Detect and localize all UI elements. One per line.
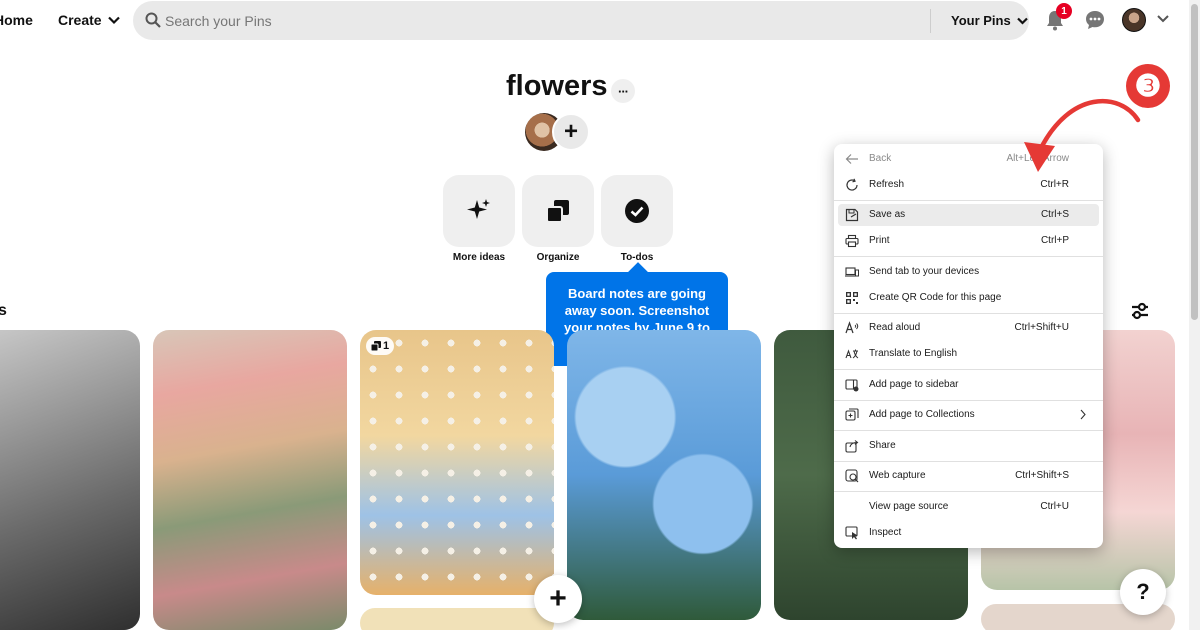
chevron-down-icon	[1016, 17, 1028, 25]
menu-item-shortcut: Ctrl+U	[1040, 501, 1069, 512]
menu-item-label: Add page to sidebar	[869, 379, 959, 390]
qr-code-icon	[846, 292, 858, 304]
your-pins-label: Your Pins	[951, 13, 1011, 28]
menu-separator	[834, 491, 1103, 492]
back-arrow-icon	[845, 154, 858, 164]
menu-separator	[834, 400, 1103, 401]
menu-item-label: Share	[869, 440, 896, 451]
your-pins-filter[interactable]: Your Pins	[951, 13, 1028, 28]
inspect-icon	[845, 526, 858, 540]
add-collaborator-button[interactable]: +	[552, 113, 590, 151]
print-icon	[845, 234, 859, 248]
step-number-badge: ❸	[1126, 64, 1170, 108]
notification-badge: 1	[1056, 3, 1072, 19]
menu-item-label: View page source	[869, 501, 949, 512]
account-chevron-down-icon[interactable]	[1157, 14, 1169, 24]
menu-separator	[834, 256, 1103, 257]
multi-image-badge: 1	[366, 337, 394, 355]
annotation-arrow	[1024, 99, 1141, 172]
menu-item-label: Web capture	[869, 470, 926, 481]
menu-item-print[interactable]: Print Ctrl+P	[838, 230, 1099, 252]
pin-image[interactable]	[360, 330, 554, 595]
messages-icon[interactable]	[1084, 9, 1106, 31]
search-bar[interactable]: Your Pins	[133, 1, 1029, 40]
more-ideas-label: More ideas	[452, 252, 506, 263]
menu-item-label: Back	[869, 153, 892, 164]
read-aloud-icon	[845, 321, 859, 334]
search-divider	[930, 9, 931, 33]
menu-separator	[834, 200, 1103, 201]
web-capture-icon	[845, 469, 859, 483]
menu-separator	[834, 461, 1103, 462]
translate-icon	[845, 349, 859, 359]
create-pin-button[interactable]: +	[534, 575, 582, 623]
profile-avatar[interactable]	[1122, 8, 1146, 32]
menu-item-add-to-sidebar[interactable]: Add page to sidebar	[838, 374, 1099, 396]
menu-separator	[834, 430, 1103, 431]
devices-icon	[845, 267, 859, 277]
search-input[interactable]	[165, 1, 905, 40]
organize-label: Organize	[536, 252, 580, 263]
top-nav-bar: Home Create Your Pins 1	[0, 0, 1190, 42]
refresh-icon	[846, 178, 858, 191]
pin-image[interactable]	[153, 330, 347, 630]
chevron-down-icon	[107, 16, 120, 24]
pin-image[interactable]	[360, 608, 554, 630]
menu-separator	[834, 313, 1103, 314]
menu-item-translate[interactable]: Translate to English	[838, 343, 1099, 365]
nav-home-link[interactable]: Home	[0, 12, 33, 28]
menu-item-label: Print	[869, 235, 890, 246]
collections-icon	[845, 408, 859, 421]
menu-item-label: Read aloud	[869, 322, 921, 333]
multi-image-count: 1	[382, 340, 390, 352]
board-title: flowers	[506, 70, 608, 102]
save-icon	[845, 208, 859, 222]
share-icon	[845, 440, 859, 453]
menu-item-shortcut: Ctrl+Shift+U	[1014, 322, 1069, 333]
section-heading-fragment: s	[0, 302, 7, 319]
menu-item-web-capture[interactable]: Web capture Ctrl+Shift+S	[838, 465, 1099, 487]
menu-item-save-as[interactable]: Save as Ctrl+S	[838, 204, 1099, 226]
menu-item-send-tab[interactable]: Send tab to your devices	[838, 261, 1099, 283]
menu-item-inspect[interactable]: Inspect	[838, 522, 1099, 544]
create-label: Create	[58, 12, 102, 28]
chevron-right-icon	[1080, 409, 1086, 420]
filter-icon[interactable]	[1130, 301, 1150, 321]
search-icon	[145, 12, 161, 28]
pin-image[interactable]	[0, 330, 140, 630]
menu-item-view-source[interactable]: View page source Ctrl+U	[838, 496, 1099, 518]
scrollbar-thumb[interactable]	[1191, 4, 1198, 320]
help-button[interactable]: ?	[1120, 569, 1166, 615]
menu-item-label: Send tab to your devices	[869, 266, 980, 277]
more-ideas-button[interactable]	[443, 175, 515, 247]
menu-item-label: Add page to Collections	[869, 409, 975, 420]
sparkle-icon	[467, 199, 490, 219]
menu-item-label: Create QR Code for this page	[869, 292, 1002, 303]
menu-item-add-to-collections[interactable]: Add page to Collections	[838, 404, 1099, 426]
menu-item-read-aloud[interactable]: Read aloud Ctrl+Shift+U	[838, 317, 1099, 339]
menu-item-shortcut: Ctrl+S	[1040, 209, 1069, 220]
stack-icon	[370, 341, 381, 351]
menu-item-label: Translate to English	[869, 348, 958, 359]
check-circle-icon	[625, 199, 649, 223]
nav-create-menu[interactable]: Create	[58, 12, 120, 28]
menu-item-label: Save as	[869, 209, 906, 220]
browser-context-menu: Back Alt+Left Arrow Refresh Ctrl+R Save …	[834, 144, 1103, 548]
menu-item-label: Refresh	[869, 179, 905, 190]
menu-item-share[interactable]: Share	[838, 435, 1099, 457]
menu-separator	[834, 369, 1103, 370]
pin-image[interactable]	[567, 330, 761, 620]
menu-item-shortcut: Ctrl+Shift+S	[1015, 470, 1069, 481]
board-more-options-button[interactable]: ···	[611, 79, 635, 103]
organize-icon	[546, 200, 569, 223]
menu-item-qr-code[interactable]: Create QR Code for this page	[838, 287, 1099, 309]
sidebar-icon	[845, 379, 859, 392]
organize-button[interactable]	[522, 175, 594, 247]
menu-item-shortcut: Ctrl+P	[1040, 235, 1069, 246]
todos-button[interactable]	[601, 175, 673, 247]
menu-item-label: Inspect	[869, 527, 902, 538]
